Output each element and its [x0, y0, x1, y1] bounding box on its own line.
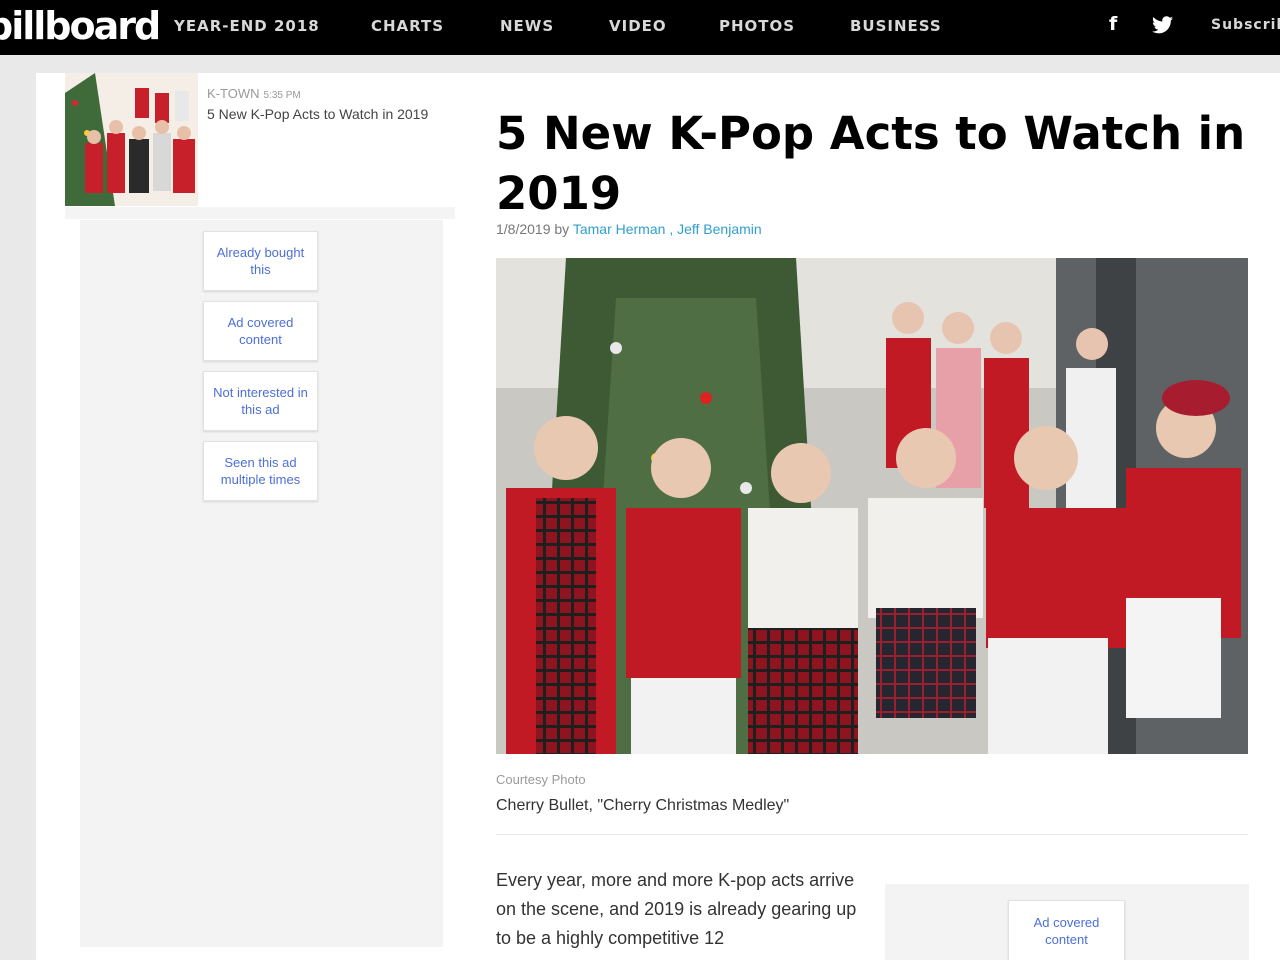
group-photo-thumbnail — [65, 73, 198, 206]
group-photo — [496, 258, 1248, 754]
article-date: 1/8/2019 — [496, 221, 551, 237]
billboard-logo[interactable]: billboard — [0, 4, 161, 48]
ad-feedback-seen-multiple-button[interactable]: Seen this ad multiple times — [203, 441, 318, 501]
author-link-tamar-herman[interactable]: Tamar Herman — [573, 221, 666, 237]
nav-item-news[interactable]: NEWS — [500, 17, 554, 35]
article-body-paragraph: Every year, more and more K-pop acts arr… — [496, 870, 857, 948]
sidebar-story-kicker[interactable]: K-TOWN 5:35 PM — [207, 86, 301, 104]
photo-caption: Cherry Bullet, "Cherry Christmas Medley" — [496, 797, 790, 814]
nav-item-business[interactable]: BUSINESS — [850, 17, 942, 35]
top-nav: billboard YEAR-END 2018 CHARTS NEWS VIDE… — [0, 0, 1280, 55]
article-byline: 1/8/2019 by Tamar Herman , Jeff Benjamin — [496, 221, 762, 237]
ad-feedback-not-interested-button[interactable]: Not interested in this ad — [203, 371, 318, 431]
author-link-jeff-benjamin[interactable]: Jeff Benjamin — [677, 221, 762, 237]
nav-item-year-end[interactable]: YEAR-END 2018 — [174, 17, 320, 35]
sidebar-story-section[interactable]: K-TOWN — [207, 86, 259, 101]
sidebar-story-thumbnail[interactable] — [65, 73, 198, 206]
photo-credit: Courtesy Photo — [496, 772, 586, 787]
caption-divider — [496, 834, 1248, 835]
nav-item-video[interactable]: VIDEO — [609, 17, 667, 35]
facebook-icon[interactable]: f — [1109, 13, 1117, 35]
nav-item-photos[interactable]: PHOTOS — [719, 17, 795, 35]
nav-item-charts[interactable]: CHARTS — [371, 17, 444, 35]
sidebar-divider — [65, 207, 455, 219]
article-hero-image — [496, 258, 1248, 754]
twitter-icon[interactable] — [1152, 16, 1173, 34]
sidebar-story-time: 5:35 PM — [263, 90, 301, 101]
author-separator: , — [669, 221, 674, 237]
sidebar-story-title[interactable]: 5 New K-Pop Acts to Watch in 2019 — [207, 106, 447, 122]
ad-feedback-already-bought-button[interactable]: Already bought this — [203, 231, 318, 291]
subscribe-link[interactable]: Subscribe — [1211, 17, 1280, 33]
ad-feedback-covered-content-button[interactable]: Ad covered content — [203, 301, 318, 361]
article-headline: 5 New K-Pop Acts to Watch in 2019 — [496, 107, 1246, 220]
byline-by: by — [554, 221, 570, 237]
inline-ad-covered-content-button[interactable]: Ad covered content — [1008, 900, 1125, 960]
